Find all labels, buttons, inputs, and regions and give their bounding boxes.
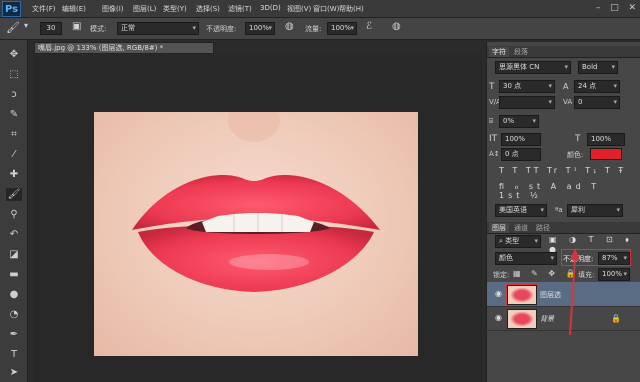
tab-channels[interactable]: 通道 xyxy=(511,223,531,233)
character-panel-tabs: 字符 段落 xyxy=(487,46,640,58)
layer-thumbnail xyxy=(506,284,538,306)
vertical-scale-icon: IT xyxy=(489,134,498,144)
minimize-icon[interactable]: – xyxy=(596,3,601,15)
layers-panel-tabs: 图层 通道 路径 xyxy=(487,222,640,234)
antialias-icon: ªa xyxy=(555,206,563,214)
chevron-down-icon[interactable]: ▾ xyxy=(24,21,28,30)
layer-filter-select[interactable]: ⌕ 类型 xyxy=(495,235,541,248)
lips-photo xyxy=(94,112,418,356)
menu-image[interactable]: 图像(I) xyxy=(102,4,124,14)
marquee-tool-icon[interactable]: ⬚ xyxy=(6,68,22,81)
eye-icon[interactable]: ◉ xyxy=(495,289,502,298)
menu-bar: Ps 文件(F) 编辑(E) 图像(I) 图层(L) 类型(Y) 选择(S) 滤… xyxy=(0,0,640,18)
vertical-scale-field[interactable]: 100% xyxy=(501,133,541,146)
text-color-swatch[interactable] xyxy=(590,148,622,160)
crop-tool-icon[interactable]: ⌗ xyxy=(6,128,22,141)
options-bar: 🖌 ▾ 30 ▣ 模式: 正常 不透明度: 100% ◍ 流量: 100% ℰ … xyxy=(0,18,640,40)
language-select[interactable]: 美国英语 xyxy=(495,204,547,217)
eraser-icon[interactable]: ◪ xyxy=(6,248,22,261)
tab-layers[interactable]: 图层 xyxy=(489,223,509,233)
menu-edit[interactable]: 编辑(E) xyxy=(62,4,86,14)
eye-icon[interactable]: ◉ xyxy=(495,313,502,322)
blur-tool-icon[interactable]: ● xyxy=(6,288,22,301)
close-icon[interactable]: ✕ xyxy=(628,3,636,15)
mode-select[interactable]: 正常 xyxy=(117,22,199,35)
menu-help[interactable]: 帮助(H) xyxy=(339,4,364,14)
document-tab[interactable]: 嘴唇.jpg @ 133% (图层选, RGB/8#) * xyxy=(34,42,214,54)
brush-tool-icon[interactable]: 🖌 xyxy=(6,21,20,34)
menu-select[interactable]: 选择(S) xyxy=(196,4,220,14)
leading-field[interactable]: 24 点 xyxy=(574,80,620,93)
layer-filter-label: 类型 xyxy=(505,237,520,245)
photoshop-logo: Ps xyxy=(2,1,21,17)
tab-paths[interactable]: 路径 xyxy=(533,223,553,233)
color-label: 颜色: xyxy=(567,151,584,159)
mode-label: 模式: xyxy=(90,25,107,33)
airbrush-icon[interactable]: ℰ xyxy=(366,21,372,32)
blend-mode-select[interactable]: 颜色 xyxy=(495,252,557,265)
font-family-select[interactable]: 思源黑体 CN xyxy=(495,61,571,74)
brush-size-field[interactable]: 30 xyxy=(40,22,62,35)
horizontal-scale-icon: T xyxy=(575,134,581,144)
path-select-icon[interactable]: ➤ xyxy=(6,366,22,379)
menu-window[interactable]: 窗口(W) xyxy=(313,4,339,14)
brush-panel-icon[interactable]: ▣ xyxy=(72,21,81,32)
brush-tool-icon[interactable]: 🖌 xyxy=(6,188,22,201)
menu-file[interactable]: 文件(F) xyxy=(32,4,56,14)
tracking-icon: VA xyxy=(563,98,573,106)
menu-filter[interactable]: 滤镜(T) xyxy=(228,4,252,14)
eyedropper-icon[interactable]: ⁄ xyxy=(6,148,22,161)
faux-style-buttons[interactable]: T T TT Tr T¹ T₁ T Ŧ xyxy=(499,166,629,178)
tsume-icon: ⌸ xyxy=(489,117,494,125)
maximize-icon[interactable]: □ xyxy=(610,3,619,15)
tools-panel: ✥ ⬚ ↄ ✎ ⌗ ⁄ ✚ 🖌 ⚲ ↶ ◪ ▬ ● ◔ ✒ T ➤ xyxy=(0,40,28,382)
move-tool-icon[interactable]: ✥ xyxy=(6,48,22,61)
font-style-select[interactable]: Bold xyxy=(578,61,618,74)
menu-layer[interactable]: 图层(L) xyxy=(133,4,156,14)
dodge-tool-icon[interactable]: ◔ xyxy=(6,308,22,321)
tab-paragraph[interactable]: 段落 xyxy=(511,47,531,57)
quick-select-icon[interactable]: ✎ xyxy=(6,108,22,121)
flow-field[interactable]: 100% xyxy=(327,22,357,35)
lock-label: 锁定: xyxy=(493,271,510,279)
fill-field[interactable]: 100% xyxy=(598,268,630,281)
tab-character[interactable]: 字符 xyxy=(489,47,509,57)
menu-3d[interactable]: 3D(D) xyxy=(260,4,281,12)
flow-label: 流量: xyxy=(305,25,322,33)
pressure-opacity-icon[interactable]: ◍ xyxy=(285,21,294,32)
font-size-icon: T xyxy=(489,82,495,92)
baseline-field[interactable]: 0 点 xyxy=(501,148,541,161)
opentype-buttons[interactable]: ﬁ ℴ st A ad T 1st ½ xyxy=(499,182,629,200)
tsume-field[interactable]: 0% xyxy=(499,115,539,128)
baseline-icon: A↕ xyxy=(489,150,500,158)
antialias-select[interactable]: 犀利 xyxy=(567,204,623,217)
menu-view[interactable]: 视图(V) xyxy=(287,4,311,14)
menu-type[interactable]: 类型(Y) xyxy=(163,4,187,14)
opacity-field[interactable]: 100% xyxy=(245,22,275,35)
history-brush-icon[interactable]: ↶ xyxy=(6,228,22,241)
clone-stamp-icon[interactable]: ⚲ xyxy=(6,208,22,221)
horizontal-scale-field[interactable]: 100% xyxy=(587,133,625,146)
opacity-label: 不透明度: xyxy=(206,25,237,33)
tracking-field[interactable]: 0 xyxy=(574,96,620,109)
window-controls: – □ ✕ xyxy=(596,3,636,15)
leading-icon: A xyxy=(563,82,569,91)
type-tool-icon[interactable]: T xyxy=(6,348,22,361)
layer-opacity-field[interactable]: 87% xyxy=(598,252,630,265)
lock-icon: 🔒 xyxy=(611,314,621,323)
lips-illustration xyxy=(132,112,380,292)
lasso-tool-icon[interactable]: ↄ xyxy=(6,88,22,101)
gradient-icon[interactable]: ▬ xyxy=(6,268,22,281)
annotation-arrow xyxy=(569,248,580,336)
pen-tool-icon[interactable]: ✒ xyxy=(6,328,22,341)
layer-thumbnail xyxy=(507,309,537,329)
kerning-field[interactable] xyxy=(499,96,555,109)
pressure-size-icon[interactable]: ◍ xyxy=(392,21,401,32)
font-size-field[interactable]: 30 点 xyxy=(499,80,555,93)
healing-brush-icon[interactable]: ✚ xyxy=(6,168,22,181)
